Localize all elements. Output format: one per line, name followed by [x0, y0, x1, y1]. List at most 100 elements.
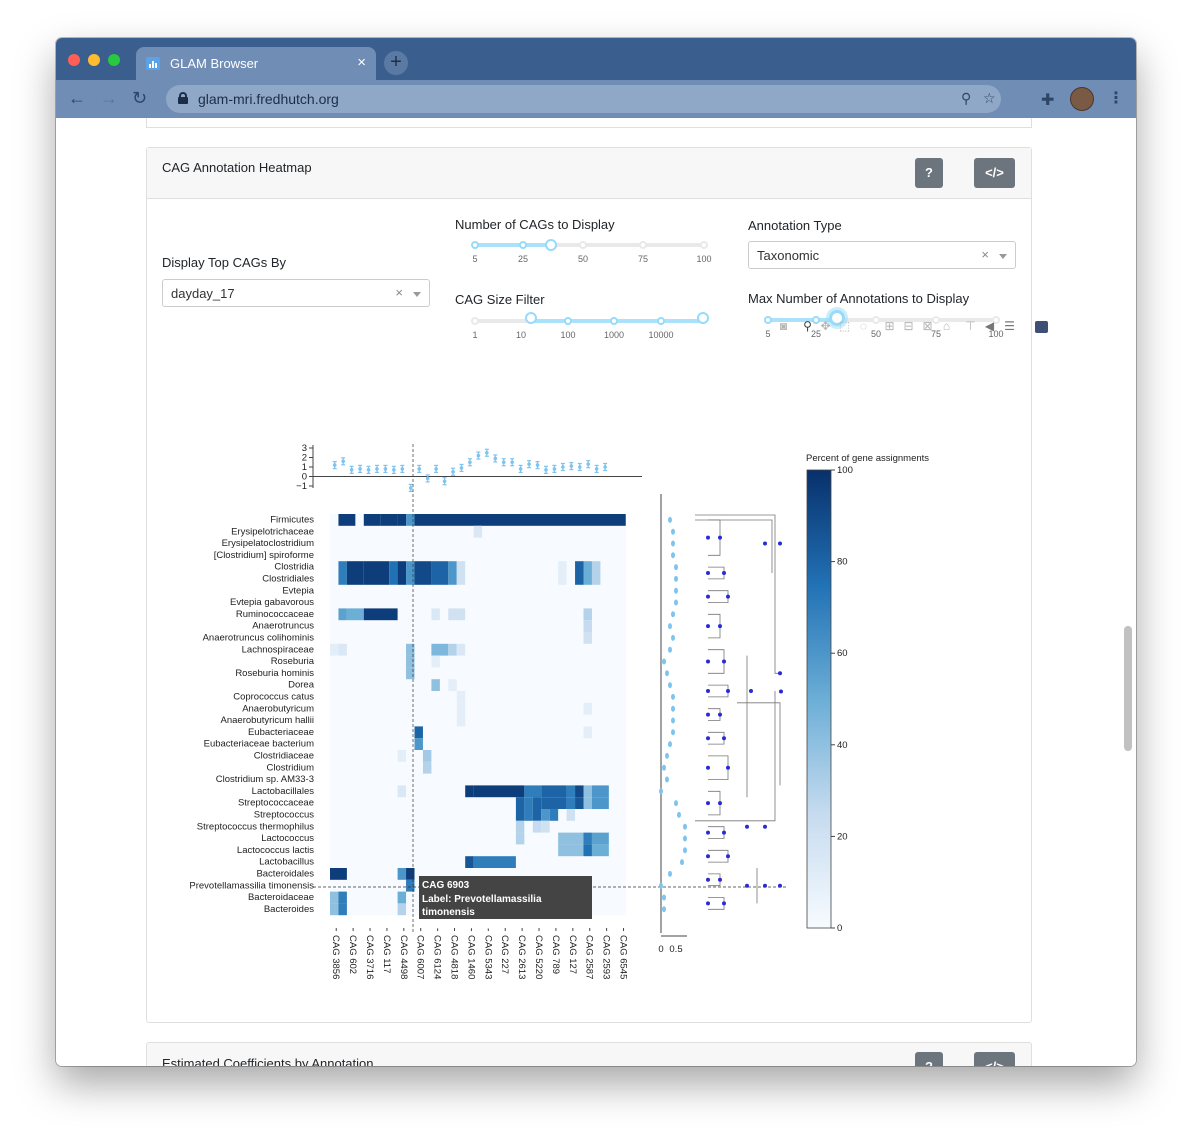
heatmap-cell — [575, 573, 584, 585]
browser-tab[interactable]: GLAM Browser × — [136, 47, 376, 80]
heatmap-cell — [456, 691, 466, 703]
heatmap-cell — [541, 797, 567, 809]
plotly-logo-icon[interactable] — [1035, 321, 1048, 333]
row-label: Streptococcus — [254, 810, 314, 821]
heatmap-cell — [448, 643, 457, 656]
heatmap-cell — [338, 643, 347, 656]
next-card-header: Estimated Coefficients by Annotation ? <… — [146, 1042, 1032, 1066]
heatmap-cell — [583, 573, 592, 585]
dendrogram-node — [778, 671, 782, 676]
dendrogram-node — [706, 877, 710, 882]
code-button[interactable]: </> — [974, 1052, 1015, 1066]
estimate-point — [510, 460, 514, 465]
address-bar[interactable]: glam-mri.fredhutch.org ⚲ ☆ — [166, 85, 1001, 113]
dendrogram-node — [763, 541, 767, 546]
heatmap-cell — [456, 561, 466, 573]
estimate-point — [442, 479, 447, 484]
dendrogram-node — [706, 712, 710, 717]
side-point — [674, 575, 678, 582]
heatmap-cell — [422, 761, 432, 774]
side-point — [674, 599, 678, 606]
heatmap-cell — [414, 573, 432, 585]
heatmap-cell — [541, 785, 567, 798]
dendrogram-branch — [708, 566, 725, 580]
x-tick-label: CAG 5343 — [482, 935, 493, 979]
hover-tooltip: CAG 6903 Label: Prevotellamassilia timon… — [419, 876, 592, 932]
side-tick-label: 0.5 — [669, 944, 682, 955]
row-label: Lactobacillus — [259, 857, 314, 868]
tab-close-icon[interactable]: × — [357, 54, 366, 71]
row-label: Clostridiaceae — [254, 751, 314, 762]
row-label: Roseburia — [271, 656, 315, 667]
estimate-point — [485, 450, 489, 455]
help-button[interactable]: ? — [915, 1052, 943, 1066]
minimize-window-button[interactable] — [88, 54, 100, 66]
heatmap-cell — [346, 561, 364, 573]
heatmap-cell — [549, 809, 559, 821]
dendrogram-node — [706, 624, 710, 629]
heatmap-cell — [397, 903, 407, 916]
x-tick-label: CAG 2587 — [584, 935, 595, 979]
heatmap-cell — [456, 643, 466, 656]
heatmap-cell — [338, 514, 356, 526]
x-tick-label: CAG 6545 — [618, 935, 629, 979]
estimate-point — [451, 469, 455, 474]
title-bar: GLAM Browser × + — [56, 38, 1136, 80]
estimate-point — [366, 468, 371, 472]
x-tick-label: CAG 2593 — [601, 935, 612, 979]
forward-arrow-icon[interactable]: → — [100, 88, 118, 109]
browser-window: GLAM Browser × + ← → ↻ glam-mri.fredhutc… — [56, 38, 1136, 1066]
estimate-point — [468, 460, 472, 465]
back-arrow-icon[interactable]: ← — [68, 88, 86, 109]
heatmap-cell — [338, 608, 347, 621]
maximize-window-button[interactable] — [108, 54, 120, 66]
dendrogram-node — [706, 535, 710, 540]
heatmap-cell — [338, 903, 347, 916]
extensions-puzzle-icon[interactable]: ✚ — [1041, 90, 1054, 110]
heatmap-cell — [431, 561, 449, 573]
colorbar-title: Percent of gene assignments — [806, 453, 929, 464]
colorbar-tick-label: 0 — [837, 923, 842, 934]
zoom-magnifier-icon[interactable]: ⚲ — [961, 90, 971, 107]
heatmap-cell — [473, 856, 516, 868]
side-point — [683, 847, 687, 854]
heatmap-cell — [541, 809, 550, 821]
estimate-point — [544, 468, 548, 472]
heatmap-cell — [414, 514, 626, 526]
heatmap-cell — [566, 785, 576, 798]
heatmap-cell — [338, 891, 347, 904]
estimate-point — [527, 462, 531, 466]
browser-menu-icon[interactable]: ⋮ — [1108, 88, 1124, 108]
dendrogram-node — [749, 689, 753, 693]
heatmap-cell — [431, 643, 449, 656]
row-label: Evtepia gabavorous — [230, 597, 314, 608]
side-point — [668, 870, 672, 877]
heatmap-cell — [330, 868, 347, 880]
heatmap-cell — [346, 608, 364, 621]
x-tick-label: CAG 5220 — [533, 935, 544, 979]
heatmap-cell — [330, 891, 339, 904]
row-label: Lactococcus lactis — [237, 845, 314, 856]
heatmap-cell — [575, 561, 584, 573]
dendrogram-node — [706, 594, 710, 599]
colorbar-tick-label: 60 — [837, 648, 848, 659]
new-tab-button[interactable]: + — [384, 51, 408, 75]
bookmark-star-icon[interactable]: ☆ — [983, 90, 996, 107]
heatmap-cell — [524, 797, 533, 809]
dendrogram-node — [706, 901, 710, 906]
estimate-point — [518, 467, 523, 471]
profile-avatar[interactable] — [1070, 87, 1094, 111]
reload-icon[interactable]: ↻ — [132, 88, 147, 109]
side-point — [668, 741, 672, 748]
dendrogram-node — [718, 877, 722, 882]
estimate-point — [417, 467, 422, 471]
heatmap-cell — [566, 809, 576, 821]
x-tick-label: CAG 4498 — [398, 935, 409, 979]
row-label: [Clostridium] spiroforme — [214, 550, 314, 561]
row-label: Anaerobutyricum — [242, 703, 314, 714]
dendrogram-node — [726, 765, 730, 770]
page-scrollbar[interactable] — [1124, 626, 1132, 751]
close-window-button[interactable] — [68, 54, 80, 66]
estimate-point — [425, 476, 430, 481]
heatmap-cell — [330, 643, 339, 656]
